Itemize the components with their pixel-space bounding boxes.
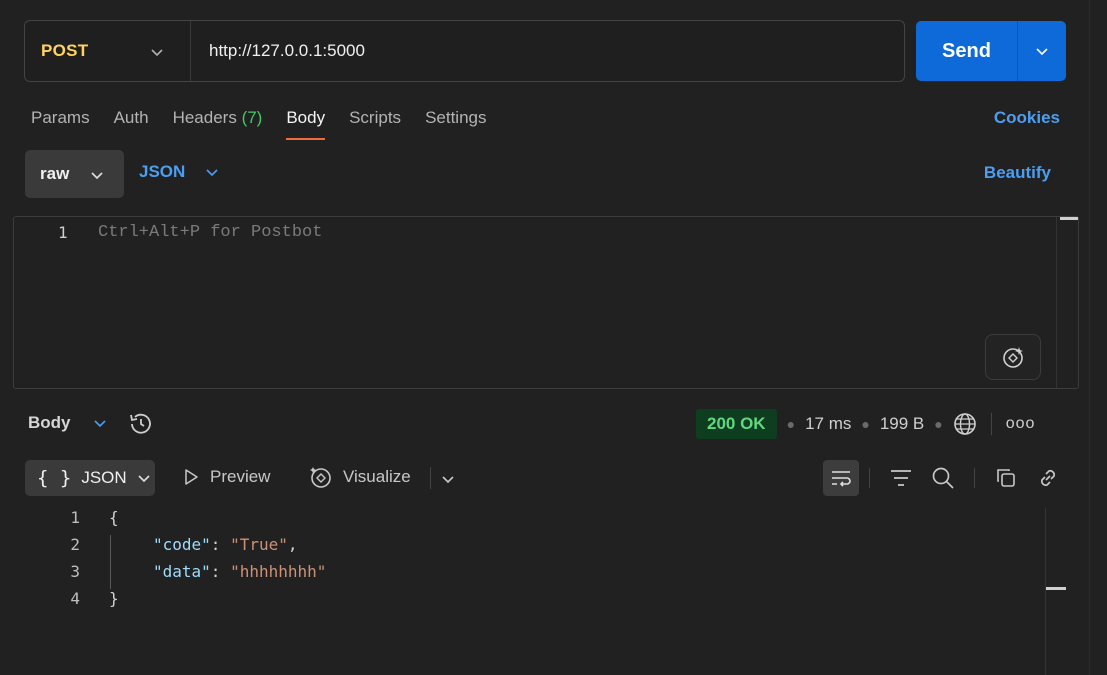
- preview-button[interactable]: Preview: [182, 467, 270, 487]
- visualize-options-button[interactable]: [441, 472, 455, 491]
- code-text: {: [109, 508, 119, 527]
- response-scroll-thumb[interactable]: [1046, 587, 1066, 590]
- url-input[interactable]: http://127.0.0.1:5000: [191, 41, 365, 61]
- divider: [869, 468, 870, 488]
- separator-dot: ●: [786, 416, 796, 432]
- json-colon: :: [210, 562, 231, 581]
- method-label: POST: [41, 41, 89, 60]
- response-format-select[interactable]: { } JSON: [25, 460, 155, 496]
- divider: [974, 468, 975, 488]
- editor-scrollbar[interactable]: [1056, 217, 1078, 388]
- url-bar: POST http://127.0.0.1:5000: [24, 20, 905, 82]
- tab-body[interactable]: Body: [286, 108, 325, 140]
- response-time[interactable]: 17 ms: [805, 414, 851, 434]
- more-options-button[interactable]: ooo: [1006, 415, 1036, 433]
- separator-dot: ●: [934, 416, 943, 432]
- json-comma: ,: [287, 535, 298, 554]
- panel-edge: [1089, 0, 1090, 675]
- search-button[interactable]: [922, 466, 964, 490]
- visualize-button[interactable]: Visualize: [309, 465, 411, 489]
- cookies-link[interactable]: Cookies: [994, 108, 1060, 128]
- wrap-lines-button[interactable]: [823, 460, 859, 496]
- code-line: 4 }: [0, 589, 1066, 616]
- headers-count-badge: (7): [241, 108, 263, 127]
- request-body-editor[interactable]: 1 Ctrl+Alt+P for Postbot: [13, 216, 1079, 389]
- divider: [990, 413, 992, 435]
- chevron-down-icon: [206, 169, 218, 177]
- chevron-down-icon: [442, 476, 454, 484]
- response-meta: 200 OK ● 17 ms ● 199 B ● ooo: [696, 409, 1035, 439]
- method-select[interactable]: POST: [25, 21, 191, 81]
- copy-button[interactable]: [985, 467, 1027, 489]
- history-button[interactable]: [128, 411, 154, 442]
- response-view-select[interactable]: Body: [28, 413, 107, 433]
- link-button[interactable]: [1027, 466, 1069, 490]
- line-number: 4: [70, 589, 80, 608]
- response-scrollbar[interactable]: [1045, 508, 1046, 675]
- filter-button[interactable]: [880, 467, 922, 489]
- braces-icon: { }: [37, 467, 72, 489]
- json-key: "data": [153, 562, 211, 581]
- tab-scripts[interactable]: Scripts: [349, 108, 401, 140]
- json-colon: :: [210, 535, 231, 554]
- beautify-button[interactable]: Beautify: [984, 163, 1051, 183]
- link-icon: [1040, 469, 1056, 487]
- code-text: "code": "True",: [153, 535, 298, 554]
- line-number: 1: [58, 223, 68, 242]
- code-line: 1 {: [0, 508, 1066, 535]
- status-badge[interactable]: 200 OK: [696, 409, 777, 439]
- divider: [430, 467, 431, 489]
- tab-headers[interactable]: Headers (7): [173, 108, 263, 140]
- postbot-icon: [1003, 347, 1023, 368]
- json-key: "code": [153, 535, 211, 554]
- preview-label: Preview: [210, 467, 271, 486]
- chevron-down-icon: [1036, 48, 1048, 56]
- indent-guide: [110, 535, 111, 589]
- wrap-icon: [832, 471, 851, 487]
- search-icon: [932, 467, 954, 489]
- body-mode-select[interactable]: raw: [25, 150, 124, 198]
- body-language-select[interactable]: JSON: [139, 162, 219, 182]
- body-language-label: JSON: [139, 162, 186, 181]
- filter-icon: [891, 470, 911, 486]
- response-view-label: Body: [28, 413, 71, 432]
- editor-placeholder: Ctrl+Alt+P for Postbot: [98, 223, 323, 242]
- code-text: }: [109, 589, 119, 608]
- code-line: 3 "data": "hhhhhhhh": [0, 562, 1066, 589]
- code-line: 2 "code": "True",: [0, 535, 1066, 562]
- response-tools: [823, 460, 1069, 496]
- chevron-down-icon: [138, 475, 150, 483]
- json-value: "True": [230, 535, 288, 554]
- send-button[interactable]: Send: [916, 21, 1017, 81]
- tab-auth[interactable]: Auth: [114, 108, 149, 140]
- send-options-button[interactable]: [1017, 21, 1066, 81]
- play-icon: [185, 469, 198, 485]
- request-tabs: Params Auth Headers (7) Body Scripts Set…: [31, 108, 511, 140]
- tab-settings[interactable]: Settings: [425, 108, 486, 140]
- chevron-down-icon: [151, 49, 163, 57]
- globe-icon[interactable]: [953, 412, 977, 436]
- tab-params[interactable]: Params: [31, 108, 90, 140]
- json-value: "hhhhhhhh": [230, 562, 327, 581]
- response-format-label: JSON: [81, 468, 127, 487]
- copy-icon: [997, 469, 1015, 487]
- separator-dot: ●: [861, 416, 870, 432]
- chevron-down-icon: [93, 420, 106, 428]
- visualize-icon: [310, 467, 331, 488]
- body-mode-label: raw: [40, 164, 70, 183]
- code-text: "data": "hhhhhhhh": [153, 562, 326, 581]
- postbot-button[interactable]: [985, 334, 1041, 380]
- line-number: 2: [70, 535, 80, 554]
- tab-headers-label: Headers: [172, 108, 237, 127]
- chevron-down-icon: [91, 172, 103, 180]
- visualize-label: Visualize: [343, 467, 411, 486]
- history-icon: [130, 413, 151, 434]
- response-size[interactable]: 199 B: [880, 414, 924, 434]
- line-number: 1: [70, 508, 80, 527]
- response-code[interactable]: 1 { 2 "code": "True", 3 "data": "hhhhhhh…: [0, 508, 1066, 616]
- send-button-group: Send: [916, 21, 1066, 81]
- line-number: 3: [70, 562, 80, 581]
